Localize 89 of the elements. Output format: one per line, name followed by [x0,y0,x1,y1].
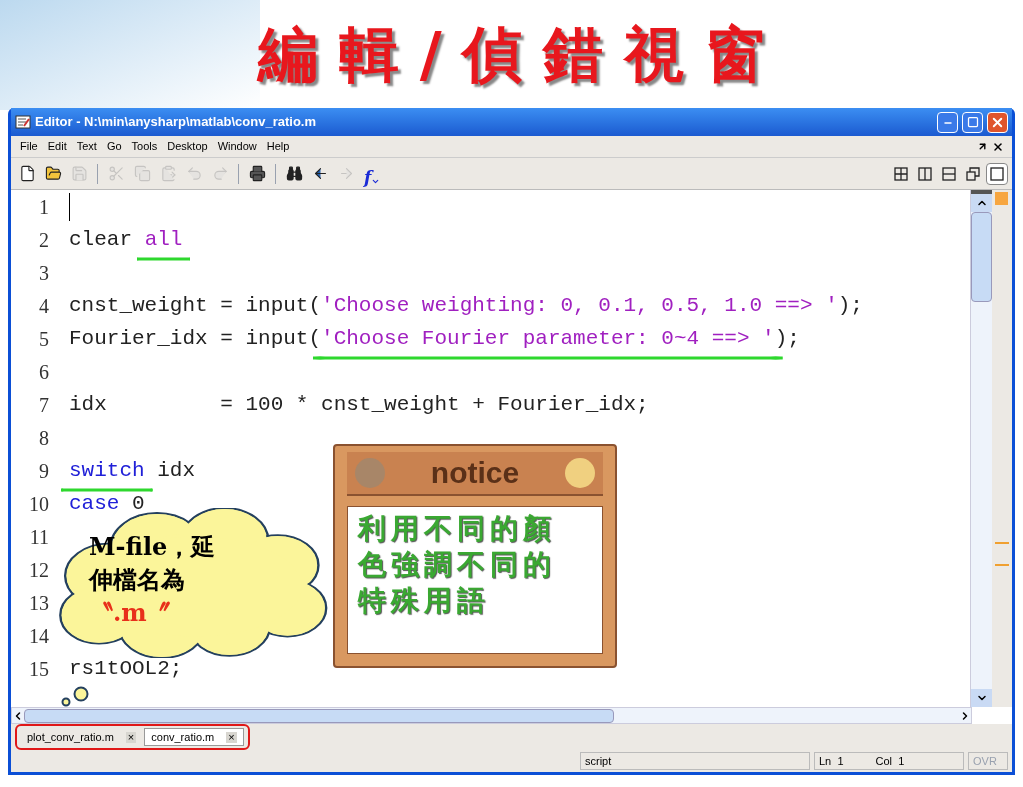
code-text: cnst_weight = input( [69,292,322,319]
maximize-icon [966,116,979,128]
code-text: 'Choose weighting: 0, 0.1, 0.5, 1.0 ==> ' [321,292,838,319]
warning-marker [995,564,1009,566]
status-mode: script [580,751,810,771]
overwrite-indicator: OVR [968,751,1008,771]
line-number: 10 [28,491,50,517]
menu-item[interactable]: Go [101,138,127,155]
window-title: Editor - N:\min\anysharp\matlab\conv_ratio.m [35,113,316,132]
code-text: switch [69,454,145,487]
code-text: rs1tOOL2; [69,655,183,682]
code-text: 0 [131,490,145,517]
floating-windows-icon [966,166,980,181]
close-icon[interactable] [992,140,1004,153]
menu-item[interactable]: Edit [42,138,72,155]
tab-label: conv_ratio.m [151,729,215,745]
line-number: 5 [38,326,50,352]
code-text: idx [156,457,196,484]
line-number: 13 [28,590,50,616]
copy-icon [133,165,151,182]
line-number: 2 [38,227,50,253]
code-text: idx = 100 * cnst_weight + Fourier_idx; [69,391,649,418]
code-text: clear [69,226,133,253]
save-icon [70,165,88,182]
function-button[interactable]: f [360,161,385,186]
horizontal-scrollbar[interactable] [11,707,972,724]
thought-bubble [73,686,89,702]
notice-title: notice [430,458,520,488]
menu-item[interactable]: Text [71,138,102,155]
slide-title: 編 輯 / 偵 錯 視 窗 [257,24,766,84]
tab-close-button[interactable]: × [125,731,137,743]
code-text: ); [774,325,800,352]
menu-item[interactable]: Desktop [162,138,213,155]
line-number: 12 [28,557,50,583]
scroll-thumb[interactable] [971,212,992,302]
menu-item[interactable]: File [15,138,43,155]
character-figure [355,458,385,488]
code-text: Fourier_idx = input( [69,325,322,352]
warning-marker [995,542,1009,544]
redo-icon [211,165,229,182]
thought-bubble [61,697,71,707]
scroll-thumb[interactable] [24,708,614,723]
rows-layout-icon [942,166,956,181]
column-indicator: Col 1 [875,753,905,769]
single-window-icon [990,166,1004,181]
cloud-text: M-file，延伸檔名為 〝.m〞 [89,531,217,629]
code-text: ); [837,292,863,319]
character-figure [565,458,595,488]
tab-close-button[interactable]: × [226,731,237,743]
menu-item[interactable]: Window [212,138,262,155]
undo-icon [185,165,203,182]
binoculars-icon [285,165,303,182]
line-number: 6 [38,359,50,385]
line-number: 14 [28,623,50,649]
scroll-up-button[interactable] [971,194,992,212]
layout-button[interactable] [986,162,1008,185]
paste-icon [159,165,177,182]
file-extension: 〝.m〞 [89,597,171,629]
file-tab[interactable]: conv_ratio.m × [144,728,244,746]
code-text: all [144,223,183,256]
menu-item[interactable]: Tools [126,138,163,155]
folder-icon [44,165,62,182]
warning-indicator [995,192,1008,205]
scroll-down-button[interactable] [971,689,992,707]
new-file-icon [18,165,36,182]
notice-text: 利用不同的顏色強調不同的特殊用語 [358,511,557,619]
close-button[interactable] [987,111,1008,133]
scissors-icon [107,165,125,182]
columns-layout-icon [918,166,932,181]
editor-app-icon [15,114,31,130]
maximize-button[interactable] [962,111,983,133]
minimize-button[interactable] [937,111,958,133]
line-number: 11 [28,524,50,550]
printer-icon [248,165,266,182]
undock-icon[interactable] [977,141,988,152]
menu-item[interactable]: Help [261,138,295,155]
line-indicator: Ln 1 [819,753,844,769]
line-number: 8 [38,425,50,451]
code-text: case [69,490,120,517]
line-number: 7 [38,392,50,418]
line-number: 1 [38,194,50,220]
tab-label: plot_conv_ratio.m [27,729,114,745]
line-number: 3 [38,260,50,286]
line-number: 4 [38,293,50,319]
vertical-scrollbar[interactable] [970,190,992,707]
grid-layout-icon [894,166,908,181]
line-number: 15 [28,656,50,682]
code-text: 'Choose Fourier parameter: 0~4 ==> ' [321,322,775,355]
line-number: 9 [38,458,50,484]
